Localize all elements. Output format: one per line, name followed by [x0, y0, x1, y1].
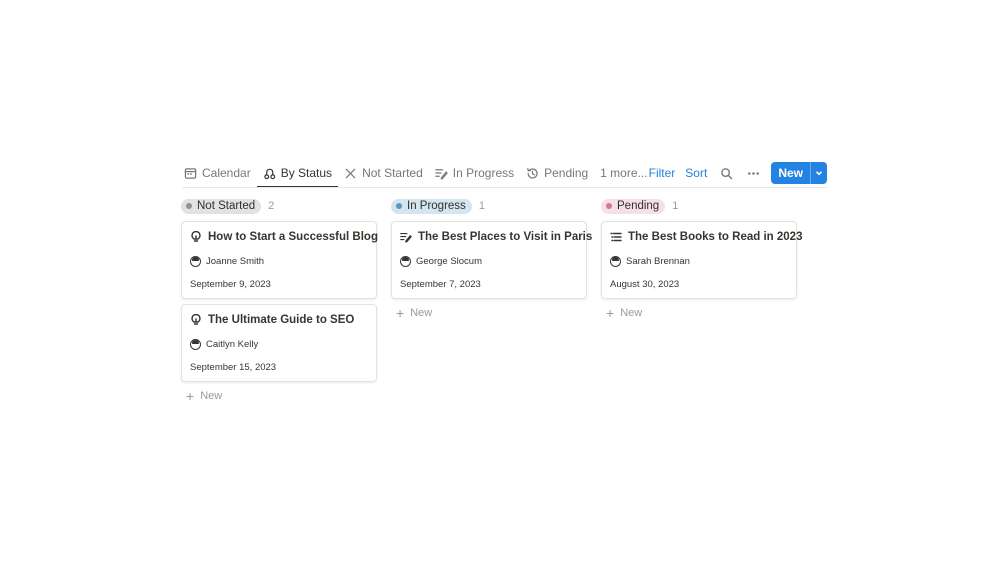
new-button[interactable]: New — [771, 162, 827, 184]
card-person: Caitlyn Kelly — [190, 339, 258, 350]
board-card[interactable]: How to Start a Successful Blog Joanne Sm… — [181, 221, 378, 299]
history-icon — [527, 167, 538, 179]
status-label: Not Started — [197, 200, 256, 212]
board-card[interactable]: The Best Places to Visit in Paris George… — [391, 221, 592, 299]
status-badge-not-started[interactable]: Not Started — [181, 198, 262, 214]
column-header: Pending 1 — [601, 198, 797, 214]
avatar — [190, 339, 201, 350]
column-count: 1 — [478, 200, 485, 212]
card-date: August 30, 2023 — [610, 279, 680, 290]
card-date: September 7, 2023 — [400, 279, 481, 290]
status-dot — [606, 203, 612, 209]
board-card[interactable]: The Best Books to Read in 2023 Sarah Bre… — [601, 221, 802, 299]
more-views-label: 1 more... — [600, 166, 648, 180]
add-new-label: New — [200, 390, 223, 402]
lightbulb-icon — [191, 231, 201, 242]
card-title-text: The Ultimate Guide to SEO — [208, 314, 355, 326]
column-count: 2 — [268, 200, 275, 212]
add-new-label: New — [410, 307, 433, 319]
card-title-text: How to Start a Successful Blog — [208, 231, 378, 243]
card-title-text: The Best Places to Visit in Paris — [418, 231, 593, 243]
search-button[interactable] — [717, 164, 735, 182]
add-new-card-button[interactable]: + New — [186, 387, 377, 405]
card-title: The Ultimate Guide to SEO — [190, 314, 354, 326]
column-header: In Progress 1 — [391, 198, 587, 214]
status-label: In Progress — [407, 200, 466, 212]
board-column-not-started: Not Started 2 How to Start a Successful … — [181, 198, 378, 405]
edit-list-icon — [400, 232, 412, 243]
avatar — [190, 256, 201, 267]
plus-icon: + — [396, 305, 405, 321]
card-title: How to Start a Successful Blog — [190, 231, 378, 243]
add-new-label: New — [620, 307, 643, 319]
card-person: Sarah Brennan — [610, 256, 690, 267]
more-views-button[interactable]: 1 more... — [594, 159, 653, 187]
tab-label: Calendar — [202, 166, 251, 180]
card-person: George Slocum — [400, 256, 482, 267]
edit-list-icon — [435, 168, 448, 179]
add-new-card-button[interactable]: + New — [396, 304, 587, 322]
plus-icon: + — [606, 305, 615, 321]
toolbar-divider — [182, 187, 827, 188]
board-column-in-progress: In Progress 1 The Best Places to Visit i… — [391, 198, 592, 322]
person-name: Sarah Brennan — [626, 256, 690, 267]
tab-not-started[interactable]: Not Started — [338, 159, 429, 187]
status-icon — [263, 168, 275, 179]
card-title-text: The Best Books to Read in 2023 — [628, 231, 803, 243]
person-name: George Slocum — [416, 256, 483, 267]
search-icon — [720, 167, 733, 179]
lightbulb-icon — [191, 314, 201, 325]
status-badge-in-progress[interactable]: In Progress — [391, 198, 472, 214]
new-button-label: New — [778, 166, 803, 180]
person-name: Joanne Smith — [206, 256, 265, 267]
filter-button[interactable]: Filter — [649, 166, 676, 180]
view-actions: Filter Sort New — [649, 161, 827, 185]
list-icon — [610, 232, 622, 242]
board-column-pending: Pending 1 The Best Books to Read in 2023… — [601, 198, 802, 322]
column-count: 1 — [672, 200, 679, 212]
tab-pending[interactable]: Pending — [520, 159, 594, 187]
tab-in-progress[interactable]: In Progress — [429, 159, 520, 187]
column-header: Not Started 2 — [181, 198, 377, 214]
more-options-button[interactable] — [744, 164, 762, 182]
card-date: September 9, 2023 — [190, 279, 271, 290]
status-dot — [186, 203, 192, 209]
card-person: Joanne Smith — [190, 256, 264, 267]
status-dot — [396, 203, 402, 209]
sort-button[interactable]: Sort — [685, 166, 707, 180]
person-name: Caitlyn Kelly — [206, 339, 259, 350]
view-toolbar: Calendar By Status Not Started In Progre… — [182, 159, 827, 188]
status-badge-pending[interactable]: Pending — [601, 198, 666, 214]
view-tabs: Calendar By Status Not Started In Progre… — [182, 159, 654, 188]
status-label: Pending — [617, 200, 660, 212]
tab-label: In Progress — [452, 166, 515, 180]
add-new-card-button[interactable]: + New — [606, 304, 797, 322]
avatar — [400, 256, 411, 267]
tab-label: Not Started — [362, 166, 423, 180]
card-title: The Best Places to Visit in Paris — [400, 231, 592, 243]
x-icon — [345, 168, 356, 178]
tab-by-status[interactable]: By Status — [256, 159, 339, 188]
tab-calendar[interactable]: Calendar — [182, 159, 257, 187]
plus-icon: + — [186, 388, 195, 404]
avatar — [610, 256, 621, 267]
ellipsis-icon — [747, 171, 759, 175]
calendar-icon — [184, 167, 197, 179]
card-date: September 15, 2023 — [190, 362, 277, 373]
card-title: The Best Books to Read in 2023 — [610, 231, 802, 243]
tab-label: By Status — [280, 166, 333, 180]
new-dropdown-button[interactable] — [811, 162, 827, 184]
board-card[interactable]: The Ultimate Guide to SEO Caitlyn Kelly … — [181, 304, 377, 382]
chevron-down-icon — [815, 171, 823, 176]
tab-label: Pending — [544, 166, 589, 180]
